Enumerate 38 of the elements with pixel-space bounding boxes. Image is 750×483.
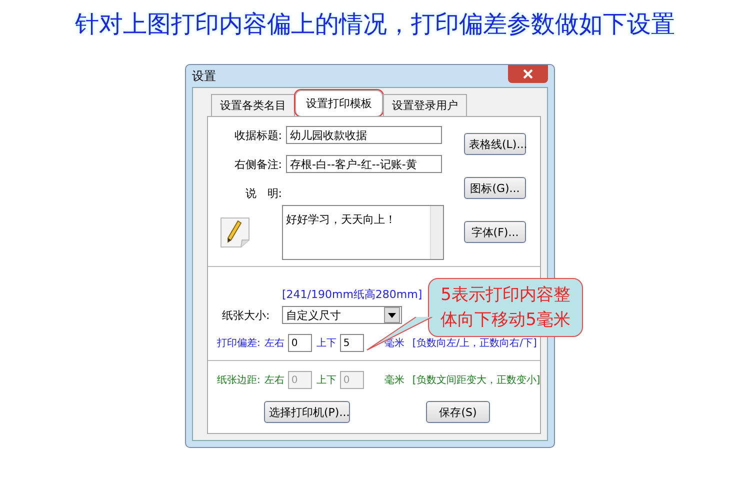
- number-field[interactable]: 5: [340, 334, 364, 352]
- note-text: 好好学习，天天向上！: [286, 213, 396, 226]
- tab[interactable]: 设置登录用户: [383, 94, 467, 116]
- dialog-button[interactable]: 保存(S): [426, 401, 490, 423]
- dropdown-value: 自定义尺寸: [286, 308, 341, 322]
- field-label: 右侧备注:: [233, 156, 283, 172]
- callout-bubble: 5表示打印内容整体向下移动5毫米: [428, 278, 583, 337]
- field-label: 左右: [264, 337, 284, 350]
- close-icon: [523, 69, 533, 79]
- dropdown-button[interactable]: [384, 307, 400, 323]
- number-field[interactable]: 0: [288, 334, 312, 352]
- field-label: 上下: [316, 336, 336, 350]
- field-label: 打印偏差:: [217, 336, 260, 350]
- page-heading: 针对上图打印内容偏上的情况，打印偏差参数做如下设置: [74, 9, 676, 40]
- paper-size-dropdown[interactable]: 自定义尺寸: [282, 306, 402, 324]
- text-field[interactable]: 存根-白--客户-红--记账-黄: [286, 155, 442, 173]
- text-field[interactable]: 幼儿园收款收据: [286, 126, 442, 144]
- field-label: 说 明:: [244, 186, 283, 200]
- pencil-note-icon: [218, 215, 252, 249]
- scrollbar: [430, 206, 443, 259]
- tab[interactable]: 设置各类名目: [211, 94, 295, 116]
- field-label: 纸张边距:: [217, 374, 260, 387]
- field-label: 纸张大小:: [222, 308, 271, 322]
- close-button[interactable]: [508, 65, 548, 83]
- note-textarea[interactable]: 好好学习，天天向上！: [282, 205, 444, 260]
- field-label: 收据标题:: [233, 128, 283, 142]
- tab[interactable]: 设置打印模板: [295, 90, 383, 116]
- window-title: 设置: [192, 68, 216, 84]
- side-button[interactable]: 表格线(L)...: [464, 133, 526, 155]
- field-label: 上下: [316, 374, 336, 387]
- unit-label: 毫米: [384, 374, 404, 387]
- side-button[interactable]: 图标(G)...: [464, 177, 526, 199]
- field-label: 左右: [264, 374, 284, 387]
- paper-size-hint: [241/190mm纸高280mm]: [282, 287, 422, 302]
- side-button[interactable]: 字体(F)...: [464, 221, 526, 243]
- dialog-button[interactable]: 选择打印机(P)...: [264, 401, 350, 423]
- hint-text: [负数向左/上，正数向右/下]: [412, 336, 537, 350]
- hint-text: [负数文间距变大，正数变小]: [412, 374, 540, 387]
